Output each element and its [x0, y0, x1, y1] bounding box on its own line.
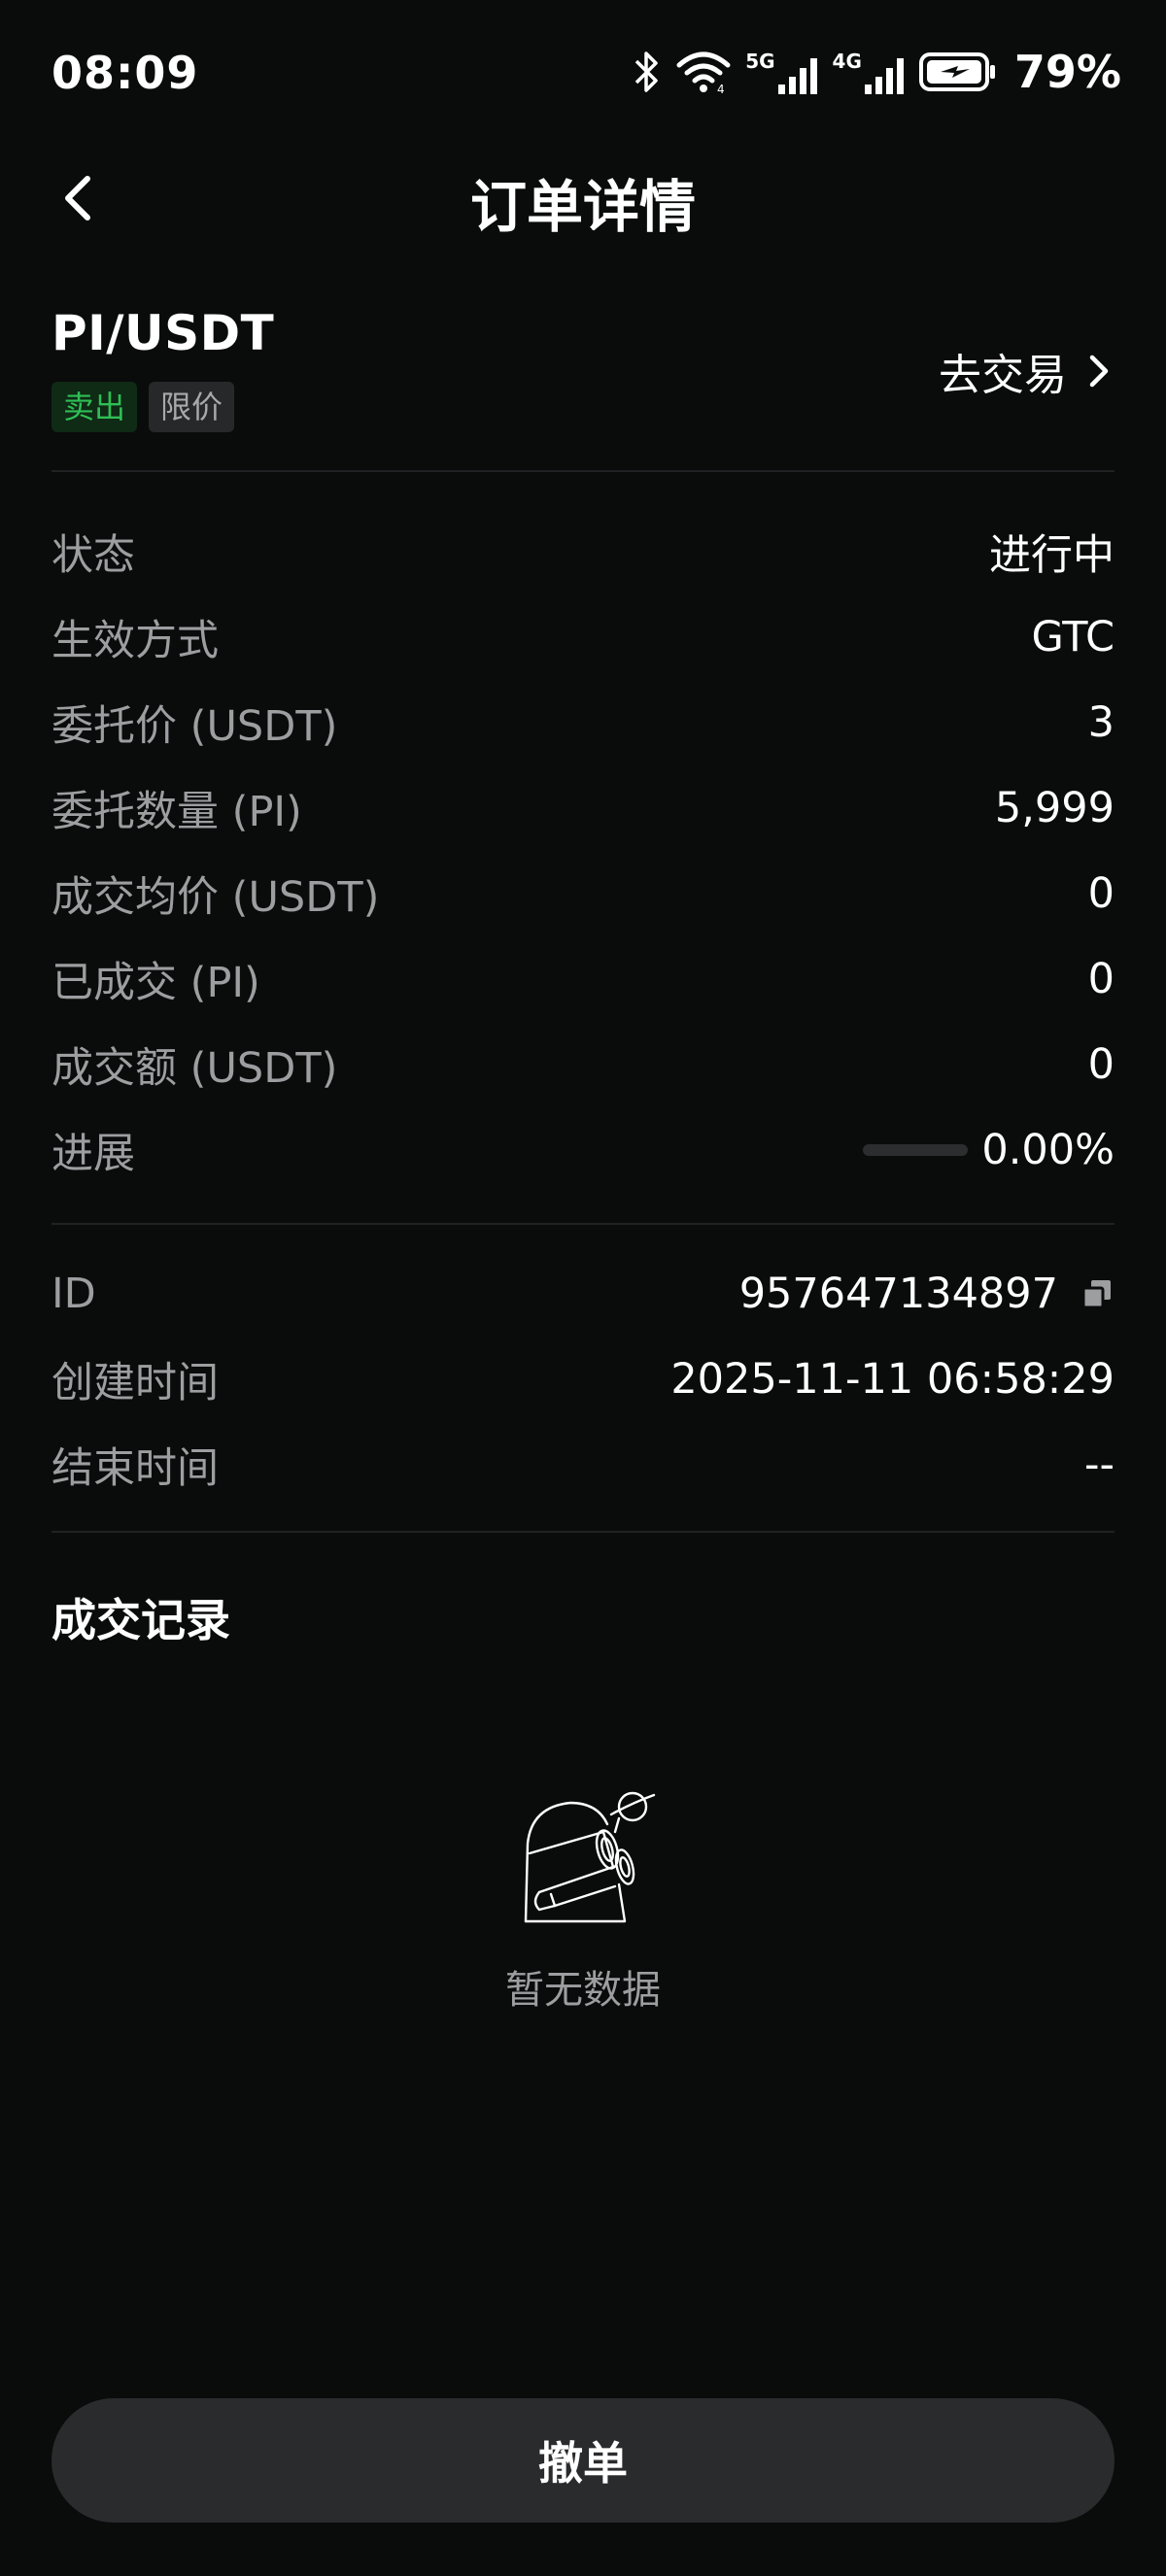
divider: [51, 470, 1115, 472]
status-time: 08:09: [51, 47, 199, 99]
meta-value: --: [1083, 1441, 1115, 1489]
battery-charging-icon: [918, 52, 995, 91]
detail-label: 已成交 (PI): [51, 959, 260, 1007]
detail-value: 0: [1087, 1040, 1115, 1089]
meta-row-id: ID 957647134897: [51, 1265, 1115, 1323]
status-icons: 4 5G 4G 79%: [633, 45, 1121, 99]
detail-label: 状态: [51, 531, 135, 580]
detail-value: GTC: [1031, 613, 1115, 661]
battery-percent: 79%: [1013, 46, 1121, 98]
detail-value: 3: [1087, 698, 1115, 747]
signal-4g-icon: 4G: [833, 50, 906, 94]
cancel-order-button[interactable]: 撤单: [51, 2398, 1115, 2523]
detail-value: 0: [1087, 869, 1115, 918]
detail-value: 5,999: [994, 784, 1115, 832]
go-trade-link[interactable]: 去交易: [939, 340, 1110, 402]
detail-row-order-price: 委托价 (USDT) 3: [51, 694, 1115, 752]
trading-pair: PI/USDT: [51, 305, 275, 361]
meta-label: ID: [51, 1270, 96, 1318]
signal-5g-icon: 5G: [745, 50, 818, 94]
detail-value: 进行中: [989, 531, 1115, 580]
order-badges: 卖出 限价: [51, 382, 235, 432]
detail-row-progress: 进展 0.00%: [51, 1121, 1115, 1179]
detail-label: 成交均价 (USDT): [51, 873, 380, 922]
progress-bar: [863, 1144, 969, 1156]
detail-label: 成交额 (USDT): [51, 1044, 338, 1093]
detail-label: 进展: [51, 1130, 135, 1178]
bluetooth-icon: [634, 51, 658, 92]
progress-value-wrap: 0.00%: [863, 1126, 1115, 1174]
divider: [51, 1223, 1115, 1225]
status-bar: 08:09 4 5G 4G 79%: [0, 0, 1166, 146]
copy-icon[interactable]: [1080, 1276, 1115, 1311]
meta-label: 结束时间: [51, 1444, 219, 1493]
order-id-wrap: 957647134897: [739, 1270, 1115, 1318]
detail-row-status: 状态 进行中: [51, 523, 1115, 581]
svg-text:4: 4: [717, 83, 725, 94]
detail-row-time-in-force: 生效方式 GTC: [51, 608, 1115, 666]
meta-label: 创建时间: [51, 1359, 219, 1407]
meta-row-ended: 结束时间 --: [51, 1436, 1115, 1494]
detail-row-order-amount: 委托数量 (PI) 5,999: [51, 779, 1115, 837]
section-title-trades: 成交记录: [51, 1594, 230, 1646]
detail-row-avg-price: 成交均价 (USDT) 0: [51, 864, 1115, 923]
detail-value: 0: [1087, 955, 1115, 1003]
progress-text: 0.00%: [981, 1126, 1115, 1174]
go-trade-label: 去交易: [939, 351, 1067, 400]
detail-row-filled: 已成交 (PI) 0: [51, 950, 1115, 1008]
wifi-icon: 4: [676, 51, 731, 94]
page-title: 订单详情: [469, 174, 696, 240]
side-badge: 卖出: [51, 382, 138, 432]
meta-row-created: 创建时间 2025-11-11 06:58:29: [51, 1350, 1115, 1408]
detail-label: 委托价 (USDT): [51, 702, 338, 751]
telescope-planet-icon: [524, 1791, 656, 1923]
detail-label: 生效方式: [51, 617, 219, 665]
chevron-right-icon: [1089, 355, 1109, 388]
divider: [51, 1531, 1115, 1533]
detail-label: 委托数量 (PI): [51, 788, 302, 836]
order-id-value: 957647134897: [738, 1270, 1058, 1318]
meta-value: 2025-11-11 06:58:29: [670, 1355, 1115, 1404]
detail-row-turnover: 成交额 (USDT) 0: [51, 1035, 1115, 1094]
order-type-badge: 限价: [149, 382, 235, 432]
empty-state-text: 暂无数据: [505, 1968, 661, 2013]
